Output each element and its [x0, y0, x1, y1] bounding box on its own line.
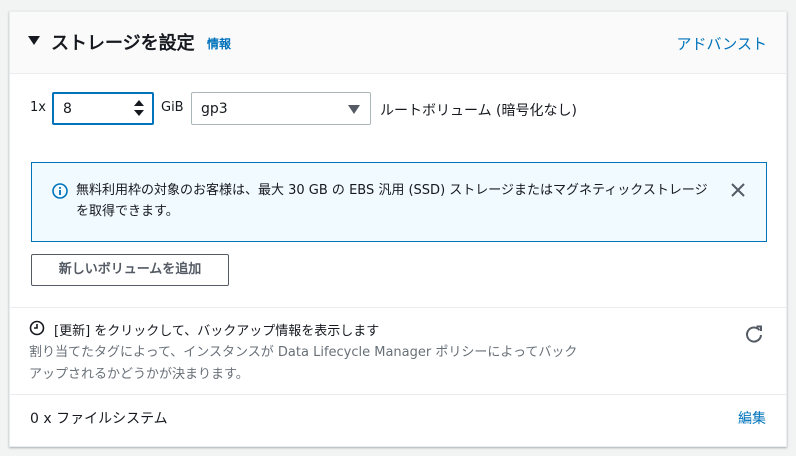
alert-message: 無料利用枠の対象のお客様は、最大 30 GB の EBS 汎用 (SSD) スト… — [76, 183, 708, 219]
caret-down-icon[interactable] — [28, 36, 40, 45]
divider — [10, 394, 786, 395]
divider — [10, 307, 786, 308]
configure-storage-panel: ストレージを設定 情報 アドバンスト 1x 8 GiB gp3 ルートボリューム… — [9, 11, 787, 447]
spinner-icon[interactable] — [134, 100, 144, 118]
select-arrow-icon — [348, 105, 360, 114]
close-icon[interactable] — [730, 182, 746, 198]
volume-type-select[interactable]: gp3 — [191, 92, 371, 125]
info-icon — [52, 183, 68, 199]
increment-icon[interactable] — [134, 100, 144, 106]
free-tier-alert: 無料利用枠の対象のお客様は、最大 30 GB の EBS 汎用 (SSD) スト… — [31, 162, 767, 242]
panel-header: ストレージを設定 情報 アドバンスト — [10, 12, 786, 74]
add-new-volume-button[interactable]: 新しいボリュームを追加 — [31, 254, 229, 286]
panel-title: ストレージを設定 — [51, 33, 195, 54]
volume-size-value: 8 — [63, 101, 72, 117]
root-volume-label: ルートボリューム (暗号化なし) — [380, 103, 577, 119]
refresh-notice-description: 割り当てたタグによって、インスタンスが Data Lifecycle Manag… — [29, 345, 578, 382]
root-volume-row: 1x 8 GiB gp3 ルートボリューム (暗号化なし) — [10, 92, 786, 126]
volume-size-unit: GiB — [161, 100, 184, 115]
advanced-link[interactable]: アドバンスト — [677, 33, 767, 54]
refresh-notice-title: [更新] をクリックして、バックアップ情報を表示します — [54, 324, 380, 339]
edit-file-systems-link[interactable]: 編集 — [738, 408, 766, 428]
info-link[interactable]: 情報 — [207, 35, 231, 52]
volume-size-input[interactable]: 8 — [52, 92, 154, 125]
decrement-icon[interactable] — [134, 110, 144, 116]
file-systems-label: 0 x ファイルシステム — [30, 411, 168, 427]
clock-icon — [29, 320, 45, 336]
volume-quantity-label: 1x — [30, 100, 46, 115]
refresh-icon[interactable] — [744, 324, 764, 344]
volume-type-value: gp3 — [201, 101, 228, 117]
